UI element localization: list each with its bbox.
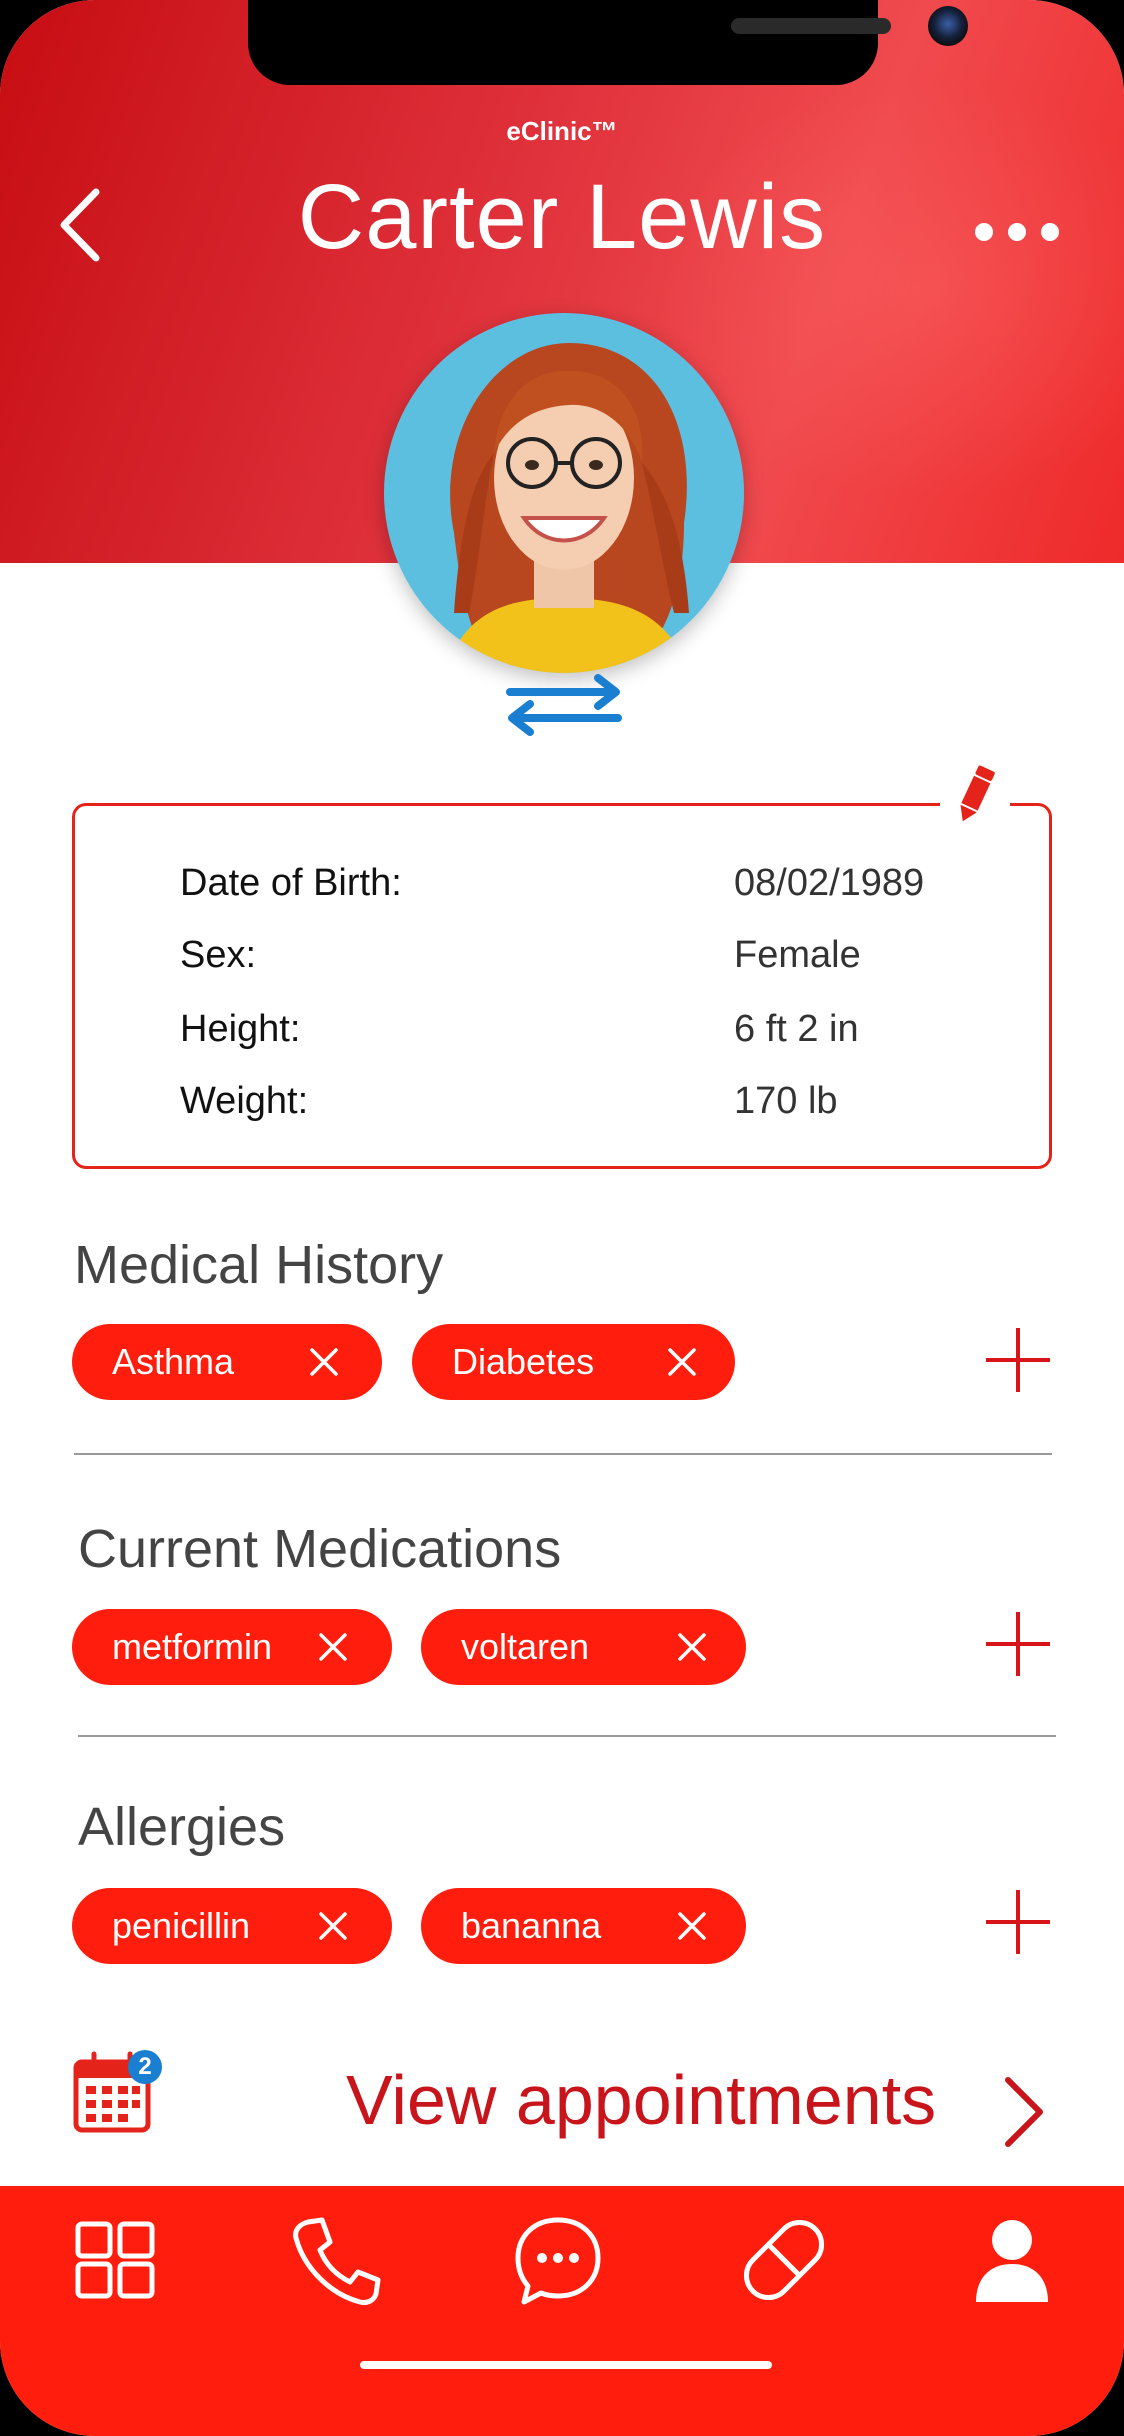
- chip-label: Diabetes: [452, 1341, 595, 1382]
- chip-label: penicillin: [112, 1905, 251, 1946]
- add-medical-history-icon[interactable]: [984, 1326, 1052, 1394]
- close-icon[interactable]: [309, 1347, 339, 1377]
- patient-name: Carter Lewis: [297, 166, 827, 268]
- chevron-right-icon[interactable]: [1000, 2072, 1048, 2152]
- home-indicator: [360, 2361, 772, 2369]
- chip-medication-2: voltaren: [421, 1609, 746, 1685]
- pencil-icon[interactable]: [940, 760, 1010, 830]
- front-camera: [928, 6, 968, 46]
- speaker: [731, 18, 891, 34]
- view-appointments-link[interactable]: View appointments: [346, 2060, 936, 2140]
- appointments-badge: 2: [128, 2050, 162, 2084]
- medical-history-title: Medical History: [74, 1235, 444, 1295]
- info-value-weight: 170 lb: [734, 1080, 838, 1122]
- allergies-title: Allergies: [78, 1797, 286, 1857]
- chat-icon[interactable]: [508, 2210, 608, 2310]
- device-notch: [248, 0, 968, 85]
- add-allergy-icon[interactable]: [984, 1888, 1052, 1956]
- phone-icon[interactable]: [286, 2210, 386, 2310]
- chip-medical-history-1: Asthma: [72, 1324, 382, 1400]
- info-value-dob: 08/02/1989: [734, 862, 925, 904]
- chip-label: metformin: [112, 1626, 273, 1667]
- close-icon[interactable]: [677, 1911, 707, 1941]
- info-label-dob: Date of Birth:: [180, 862, 402, 904]
- chip-label: bananna: [461, 1905, 602, 1946]
- app-brand: eClinic™: [506, 116, 618, 146]
- close-icon[interactable]: [667, 1347, 697, 1377]
- info-label-weight: Weight:: [180, 1080, 309, 1122]
- phone-screen: eClinic™ Carter Lewis Date of Birth: 08/…: [0, 0, 1124, 2436]
- divider: [78, 1735, 1056, 1737]
- info-label-height: Height:: [180, 1008, 301, 1050]
- pill-icon[interactable]: [734, 2210, 834, 2310]
- info-value-height: 6 ft 2 in: [734, 1008, 859, 1050]
- chip-label: Asthma: [112, 1341, 235, 1382]
- info-value-sex: Female: [734, 934, 861, 976]
- divider: [74, 1453, 1052, 1455]
- avatar[interactable]: [384, 313, 744, 673]
- close-icon[interactable]: [318, 1632, 348, 1662]
- medications-title: Current Medications: [78, 1519, 562, 1579]
- more-horizontal-icon[interactable]: [972, 210, 1062, 250]
- chip-allergy-2: bananna: [421, 1888, 746, 1964]
- chip-allergy-1: penicillin: [72, 1888, 392, 1964]
- info-label-sex: Sex:: [180, 934, 257, 976]
- close-icon[interactable]: [318, 1911, 348, 1941]
- profile-icon[interactable]: [962, 2210, 1062, 2310]
- swap-arrows-icon[interactable]: [502, 674, 626, 736]
- add-medication-icon[interactable]: [984, 1610, 1052, 1678]
- close-icon[interactable]: [677, 1632, 707, 1662]
- chip-medication-1: metformin: [72, 1609, 392, 1685]
- chip-medical-history-2: Diabetes: [412, 1324, 735, 1400]
- chip-label: voltaren: [461, 1626, 590, 1667]
- dashboard-icon[interactable]: [68, 2210, 168, 2310]
